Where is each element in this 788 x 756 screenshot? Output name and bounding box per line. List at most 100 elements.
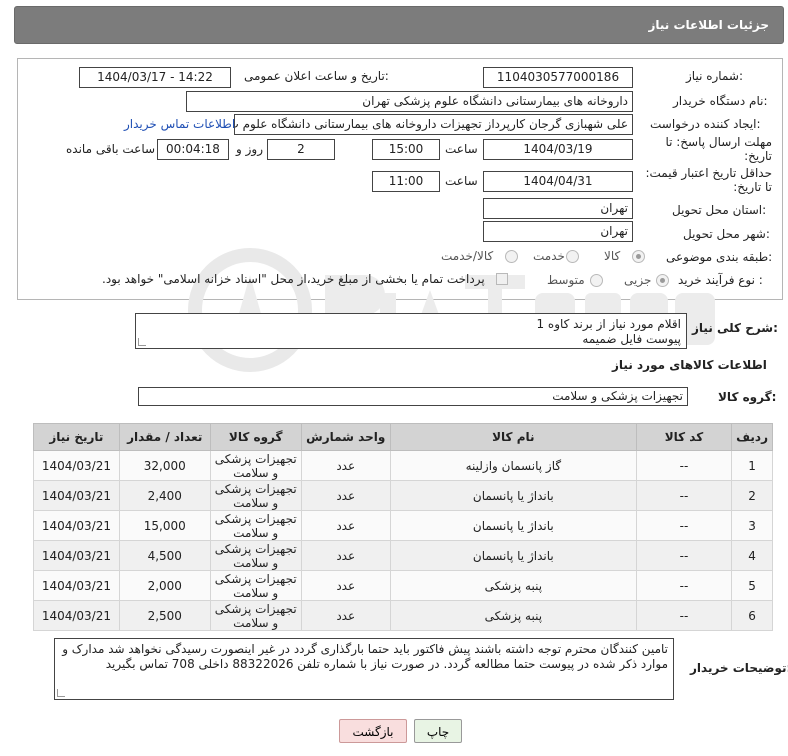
days-label: روز و — [236, 142, 263, 156]
col-quantity: تعداد / مقدار — [118, 423, 211, 451]
cell-quantity: 2,400 — [118, 480, 211, 511]
cell-need-date: 1404/03/21 — [33, 540, 120, 571]
cell-goods-code: -- — [635, 540, 733, 571]
cell-row-number: 2 — [731, 480, 773, 511]
announce-datetime-field: 1404/03/17 - 14:22 — [79, 67, 231, 88]
process-radio-minor[interactable] — [656, 274, 669, 287]
cell-goods-code: -- — [635, 510, 733, 541]
category-label: طبقه بندی موضوعی: — [666, 250, 773, 264]
cell-goods-code: -- — [635, 600, 733, 631]
process-option-medium: متوسط — [547, 273, 585, 287]
resize-grip-icon[interactable] — [138, 338, 146, 346]
cell-goods-name: پنبه پزشکی — [389, 570, 637, 601]
category-option-goods-service: کالا/خدمت — [441, 249, 494, 263]
table-row: 2 -- بانداژ یا پانسمان عدد تجهیزات پزشکی… — [33, 480, 773, 511]
cell-goods-group: تجهیزات پزشکی و سلامت — [209, 510, 302, 541]
need-number-label: شماره نیاز: — [686, 69, 744, 83]
cell-row-number: 3 — [731, 510, 773, 541]
province-field: تهران — [483, 198, 633, 219]
cell-goods-group: تجهیزات پزشکی و سلامت — [209, 570, 302, 601]
treasury-payment-checkbox[interactable] — [496, 273, 508, 285]
category-radio-service[interactable] — [566, 250, 579, 263]
goods-group-label: گروه کالا: — [718, 390, 777, 404]
col-goods-group: گروه کالا — [209, 423, 302, 451]
description-textarea[interactable]: اقلام مورد نیاز از برند کاوه 1 پیوست فای… — [135, 313, 687, 349]
cell-goods-name: گاز پانسمان وازلینه — [389, 450, 637, 481]
process-radio-medium[interactable] — [590, 274, 603, 287]
city-field: تهران — [483, 221, 633, 242]
goods-table: ردیف کد کالا نام کالا واحد شمارش گروه کا… — [33, 423, 773, 631]
buyer-notes-text: تامین کنندگان محترم توجه داشته باشند پیش… — [62, 642, 668, 671]
col-need-date: تاریخ نیاز — [33, 423, 120, 451]
cell-need-date: 1404/03/21 — [33, 600, 120, 631]
buyer-notes-textarea[interactable]: تامین کنندگان محترم توجه داشته باشند پیش… — [54, 638, 674, 700]
remaining-time-label: ساعت باقی مانده — [66, 142, 156, 156]
cell-unit: عدد — [300, 450, 391, 481]
table-row: 1 -- گاز پانسمان وازلینه عدد تجهیزات پزش… — [33, 450, 773, 481]
reply-time-label: ساعت — [445, 142, 478, 156]
buyer-contact-link[interactable]: اطلاعات تماس خریدار — [124, 117, 235, 131]
description-line-2: پیوست فایل ضمیمه — [582, 332, 681, 346]
cell-need-date: 1404/03/21 — [33, 570, 120, 601]
reply-deadline-label: مهلت ارسال پاسخ: تا تاریخ: — [665, 135, 772, 163]
buyer-org-field: داروخانه های بیمارستانی دانشگاه علوم پزش… — [186, 91, 633, 112]
col-unit: واحد شمارش — [300, 423, 391, 451]
process-label: نوع فرآیند خرید : — [678, 273, 763, 287]
cell-row-number: 4 — [731, 540, 773, 571]
cell-unit: عدد — [300, 510, 391, 541]
page-header: جزئیات اطلاعات نیاز — [14, 6, 784, 44]
category-option-service: خدمت — [533, 249, 565, 263]
reply-time-field: 15:00 — [372, 139, 440, 160]
cell-goods-name: بانداژ یا پانسمان — [389, 510, 637, 541]
city-label: شهر محل تحویل: — [683, 227, 770, 241]
cell-goods-group: تجهیزات پزشکی و سلامت — [209, 600, 302, 631]
price-valid-label: حداقل تاریخ اعتبار قیمت: تا تاریخ: — [645, 166, 772, 194]
description-line-1: اقلام مورد نیاز از برند کاوه 1 — [536, 317, 681, 331]
buyer-org-label: نام دستگاه خریدار: — [673, 94, 768, 108]
cell-quantity: 32,000 — [118, 450, 211, 481]
cell-goods-code: -- — [635, 480, 733, 511]
goods-info-title: اطلاعات کالاهای مورد نیاز — [612, 358, 767, 372]
cell-unit: عدد — [300, 570, 391, 601]
description-label: شرح کلی نیاز: — [692, 321, 778, 335]
cell-unit: عدد — [300, 540, 391, 571]
table-row: 5 -- پنبه پزشکی عدد تجهیزات پزشکی و سلام… — [33, 570, 773, 601]
cell-quantity: 4,500 — [118, 540, 211, 571]
cell-goods-group: تجهیزات پزشکی و سلامت — [209, 540, 302, 571]
cell-unit: عدد — [300, 480, 391, 511]
table-row: 3 -- بانداژ یا پانسمان عدد تجهیزات پزشکی… — [33, 510, 773, 541]
province-label: استان محل تحویل: — [672, 203, 767, 217]
reply-date-field: 1404/03/19 — [483, 139, 633, 160]
price-valid-time-field: 11:00 — [372, 171, 440, 192]
category-option-goods: کالا — [604, 249, 621, 263]
remaining-time-field: 00:04:18 — [157, 139, 229, 160]
cell-need-date: 1404/03/21 — [33, 450, 120, 481]
goods-group-field: تجهیزات پزشکی و سلامت — [138, 387, 688, 406]
back-button[interactable]: بازگشت — [339, 719, 407, 743]
table-row: 4 -- بانداژ یا پانسمان عدد تجهیزات پزشکی… — [33, 540, 773, 571]
buyer-notes-label: توضیحات خریدار: — [690, 661, 788, 675]
col-goods-code: کد کالا — [635, 423, 733, 451]
price-valid-date-field: 1404/04/31 — [483, 171, 633, 192]
resize-grip-icon[interactable] — [57, 689, 65, 697]
treasury-payment-note: پرداخت تمام یا بخشی از مبلغ خرید،از محل … — [102, 272, 485, 286]
table-row: 6 -- پنبه پزشکی عدد تجهیزات پزشکی و سلام… — [33, 600, 773, 631]
cell-unit: عدد — [300, 600, 391, 631]
cell-row-number: 1 — [731, 450, 773, 481]
cell-row-number: 5 — [731, 570, 773, 601]
cell-need-date: 1404/03/21 — [33, 510, 120, 541]
cell-need-date: 1404/03/21 — [33, 480, 120, 511]
cell-quantity: 2,000 — [118, 570, 211, 601]
category-radio-goods-service[interactable] — [505, 250, 518, 263]
process-option-minor: جزیی — [624, 273, 652, 287]
page-title: جزئیات اطلاعات نیاز — [648, 18, 769, 32]
price-valid-time-label: ساعت — [445, 174, 478, 188]
cell-goods-name: بانداژ یا پانسمان — [389, 540, 637, 571]
print-button[interactable]: چاپ — [414, 719, 462, 743]
cell-quantity: 15,000 — [118, 510, 211, 541]
cell-goods-name: پنبه پزشکی — [389, 600, 637, 631]
requester-field: علی شهبازی گرجان کارپرداز تجهیزات داروخا… — [234, 114, 633, 135]
cell-quantity: 2,500 — [118, 600, 211, 631]
goods-table-header: ردیف کد کالا نام کالا واحد شمارش گروه کا… — [33, 423, 773, 451]
category-radio-goods[interactable] — [632, 250, 645, 263]
